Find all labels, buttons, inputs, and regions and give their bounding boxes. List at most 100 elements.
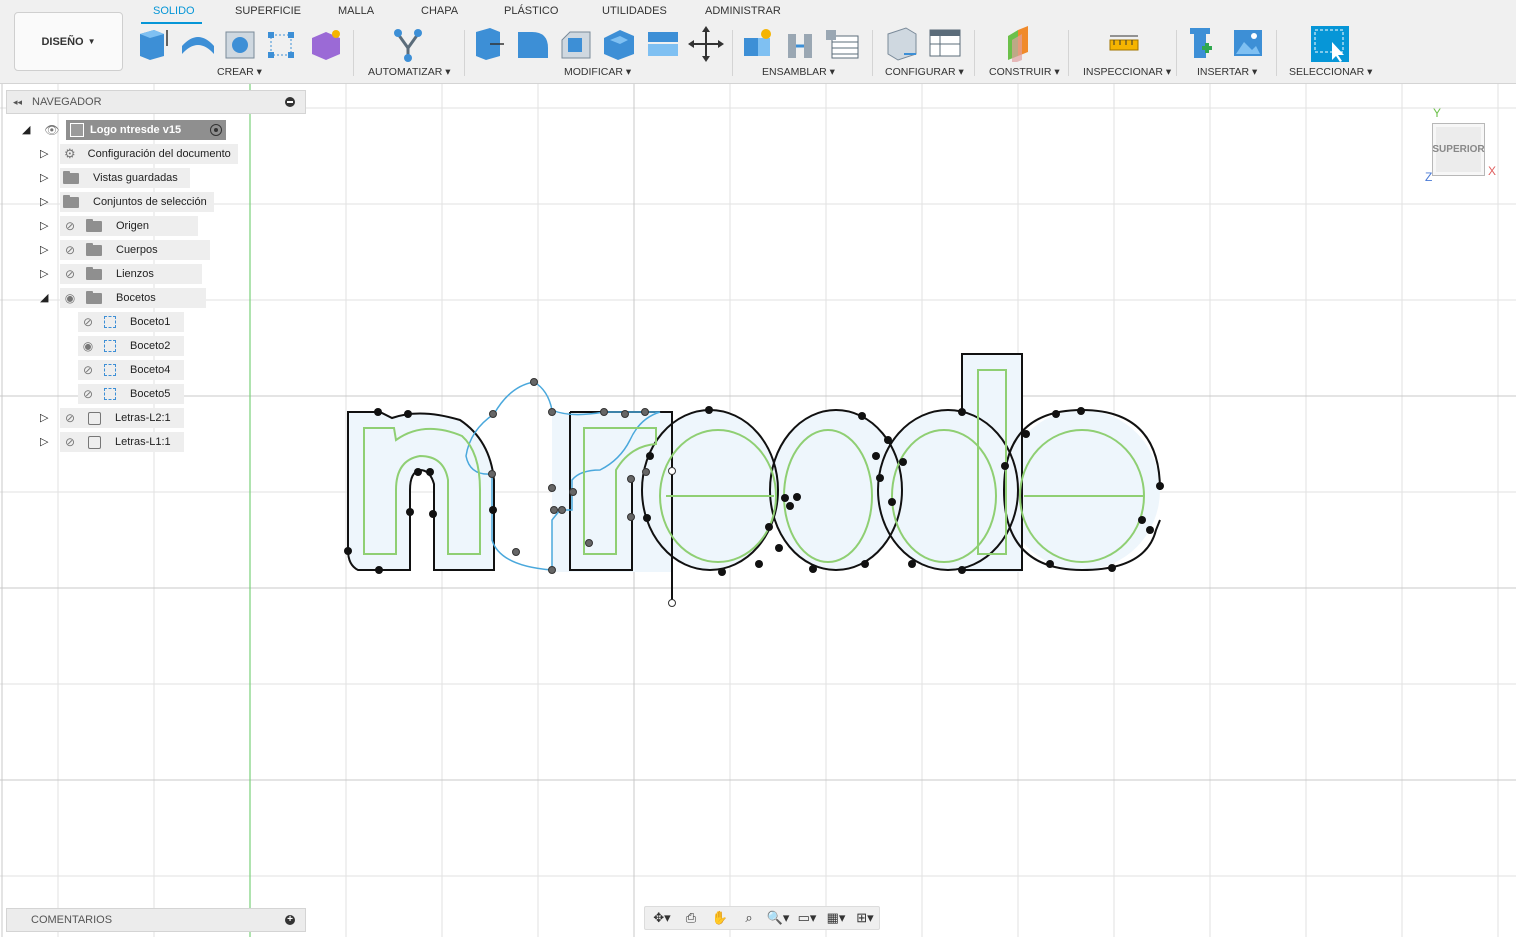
eye-icon[interactable]: ◉ xyxy=(62,292,78,304)
zoom-window-icon[interactable]: 🔍▾ xyxy=(765,910,791,926)
minimize-icon[interactable] xyxy=(285,97,295,107)
row-box: ⊘ Cuerpos xyxy=(60,240,210,260)
collapse-triangle-icon[interactable]: ◢ xyxy=(22,123,30,136)
folder-icon xyxy=(63,170,79,184)
tab-superficie[interactable]: SUPERFICIE xyxy=(235,5,301,17)
zoom-icon[interactable]: ⌕ xyxy=(736,910,762,926)
viewports-icon[interactable]: ⊞▾ xyxy=(852,910,878,926)
eye-hidden-icon[interactable]: ⊘ xyxy=(62,244,78,256)
hole-icon[interactable] xyxy=(225,31,255,59)
activate-radio-icon[interactable] xyxy=(210,124,222,136)
group-label-insertar[interactable]: INSERTAR ▾ xyxy=(1197,66,1257,78)
group-label-modificar[interactable]: MODIFICAR ▾ xyxy=(564,66,631,78)
automate-icon[interactable] xyxy=(394,29,422,62)
row-label: Boceto5 xyxy=(130,388,171,400)
add-comment-icon[interactable]: + xyxy=(285,915,295,925)
measure-icon[interactable] xyxy=(1109,35,1139,51)
press-pull-icon[interactable] xyxy=(476,28,504,60)
view-cube[interactable]: SUPERIOR xyxy=(1432,123,1485,176)
orbit-icon[interactable]: ✥▾ xyxy=(649,910,675,926)
pattern-icon[interactable] xyxy=(268,32,294,58)
collapse-triangle-icon[interactable]: ◢ xyxy=(40,291,48,304)
tab-malla[interactable]: MALLA xyxy=(338,5,374,17)
sketch-geometry xyxy=(344,353,1164,607)
configuration-table-icon[interactable] xyxy=(929,29,961,57)
active-tab-underline xyxy=(141,22,202,24)
comments-panel[interactable]: COMENTARIOS + xyxy=(6,908,306,932)
tab-chapa[interactable]: CHAPA xyxy=(421,5,458,17)
eye-hidden-icon[interactable]: ⊘ xyxy=(62,412,78,424)
expand-triangle-icon[interactable]: ▷ xyxy=(40,171,48,184)
group-label-ensamblar[interactable]: ENSAMBLAR ▾ xyxy=(762,66,835,78)
row-label: Boceto4 xyxy=(130,364,171,376)
row-box: ⚙ Configuración del documento xyxy=(60,144,238,164)
eye-hidden-icon[interactable]: ⊘ xyxy=(62,268,78,280)
eye-hidden-icon[interactable]: ⊘ xyxy=(62,220,78,232)
row-box: ⊘ Boceto4 xyxy=(78,360,184,380)
navigation-bar: ✥▾ ⎙ ✋ ⌕ 🔍▾ ▭▾ ▦▾ ⊞▾ xyxy=(644,906,880,930)
move-icon[interactable] xyxy=(688,26,724,62)
folder-icon xyxy=(86,218,102,232)
expand-triangle-icon[interactable]: ▷ xyxy=(40,243,48,256)
revolve-icon[interactable] xyxy=(182,37,214,54)
row-box: ⊘ Origen xyxy=(60,216,198,236)
expand-triangle-icon[interactable]: ▷ xyxy=(40,195,48,208)
folder-icon xyxy=(86,290,102,304)
fillet-icon[interactable] xyxy=(518,32,548,58)
tab-administrar[interactable]: ADMINISTRAR xyxy=(705,5,781,17)
expand-triangle-icon[interactable]: ▷ xyxy=(40,411,48,424)
group-label-inspeccionar[interactable]: INSPECCIONAR ▾ xyxy=(1083,66,1171,78)
group-label-automatizar[interactable]: AUTOMATIZAR ▾ xyxy=(368,66,450,78)
insert-image-icon[interactable] xyxy=(1234,30,1262,56)
combine-icon[interactable] xyxy=(648,32,678,56)
group-construir: CONSTRUIR ▾ xyxy=(982,26,1062,82)
bill-of-materials-icon[interactable] xyxy=(826,30,859,59)
browser-header[interactable]: ◂◂ NAVEGADOR xyxy=(6,90,306,114)
create-form-icon[interactable] xyxy=(312,30,340,60)
expand-triangle-icon[interactable]: ▷ xyxy=(40,219,48,232)
eye-hidden-icon[interactable]: ⊘ xyxy=(80,316,96,328)
gear-icon: ⚙ xyxy=(64,146,76,161)
display-settings-icon[interactable]: ▭▾ xyxy=(794,910,820,926)
pan-icon[interactable]: ✋ xyxy=(707,910,733,926)
look-at-icon[interactable]: ⎙ xyxy=(678,910,704,926)
row-box: ⊘ Boceto1 xyxy=(78,312,184,332)
construction-plane-icon[interactable] xyxy=(1008,26,1028,62)
row-box: ⊘ Boceto5 xyxy=(78,384,184,404)
document-icon xyxy=(70,123,84,137)
parameters-icon[interactable] xyxy=(887,27,917,61)
workspace-dropdown[interactable]: DISEÑO ▼ xyxy=(14,12,123,71)
root-label-box[interactable]: Logo ntresde v15 xyxy=(66,120,226,140)
eye-icon[interactable]: ◉ xyxy=(80,340,96,352)
chamfer-icon[interactable] xyxy=(561,31,591,59)
tab-utilidades[interactable]: UTILIDADES xyxy=(602,5,667,17)
eye-hidden-icon[interactable]: ⊘ xyxy=(80,364,96,376)
expand-triangle-icon[interactable]: ▷ xyxy=(40,267,48,280)
group-label-construir[interactable]: CONSTRUIR ▾ xyxy=(989,66,1060,78)
expand-triangle-icon[interactable]: ▷ xyxy=(40,147,48,160)
group-modificar: MODIFICAR ▾ xyxy=(470,26,726,82)
grid-settings-icon[interactable]: ▦▾ xyxy=(823,910,849,926)
eye-hidden-icon[interactable]: ⊘ xyxy=(62,436,78,448)
tab-solido[interactable]: SOLIDO xyxy=(153,5,195,17)
row-label: Conjuntos de selección xyxy=(93,196,207,208)
eye-hidden-icon[interactable]: ⊘ xyxy=(80,388,96,400)
select-icon[interactable] xyxy=(1311,26,1349,62)
collapse-left-icon[interactable]: ◂◂ xyxy=(13,97,22,108)
group-configurar: CONFIGURAR ▾ xyxy=(880,26,970,82)
tab-plastico[interactable]: PLÁSTICO xyxy=(504,5,558,17)
group-label-crear[interactable]: CREAR ▾ xyxy=(217,66,262,78)
joint-icon[interactable] xyxy=(788,34,812,58)
shell-icon[interactable] xyxy=(604,30,634,60)
expand-triangle-icon[interactable]: ▷ xyxy=(40,435,48,448)
workspace-label: DISEÑO xyxy=(41,35,84,48)
extrude-icon[interactable] xyxy=(140,30,168,60)
group-label-configurar[interactable]: CONFIGURAR ▾ xyxy=(885,66,964,78)
sketch-icon xyxy=(104,340,116,352)
eye-icon[interactable]: 👁 xyxy=(44,124,60,136)
design-canvas[interactable] xyxy=(0,84,1516,937)
insert-derive-icon[interactable] xyxy=(1190,28,1212,58)
new-component-icon[interactable] xyxy=(744,29,771,56)
group-label-seleccionar[interactable]: SELECCIONAR ▾ xyxy=(1289,66,1372,78)
row-label: Letras-L1:1 xyxy=(115,436,171,448)
